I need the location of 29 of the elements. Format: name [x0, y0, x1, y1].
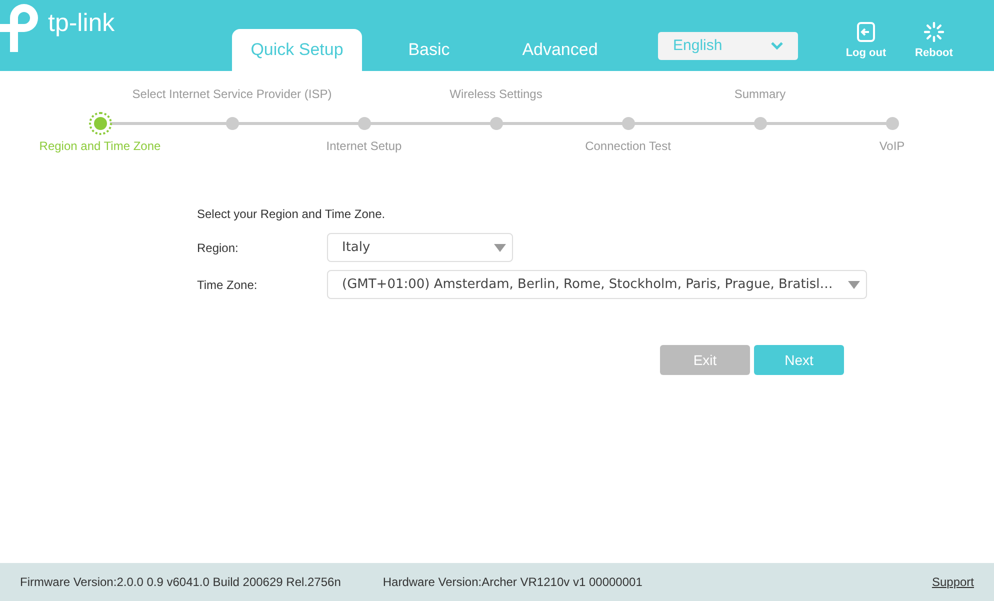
step-label: Region and Time Zone: [39, 138, 161, 155]
step-label: Select Internet Service Provider (ISP): [132, 86, 332, 103]
instruction-text: Select your Region and Time Zone.: [197, 206, 386, 223]
logo-text: tp-link: [48, 8, 115, 40]
next-button[interactable]: Next: [754, 345, 844, 375]
dropdown-field[interactable]: Italy: [327, 233, 513, 262]
logout-button[interactable]: Log out: [836, 22, 896, 62]
support-link[interactable]: Support: [932, 573, 974, 591]
field-label: Time Zone:: [197, 276, 258, 294]
chevron-down-icon: [771, 42, 783, 50]
step-label: Summary: [734, 86, 786, 103]
dropdown-arrow-icon: [848, 280, 860, 288]
nav-tab[interactable]: Basic: [362, 29, 496, 71]
firmware-version: Firmware Version:2.0.0 0.9 v6041.0 Build 200629 Rel.2756n: [20, 574, 341, 591]
field-label: Region:: [197, 240, 240, 256]
step-label: Wireless Settings: [450, 86, 542, 103]
reboot-icon: [924, 22, 944, 42]
exit-button[interactable]: Exit: [660, 345, 750, 375]
hardware-version: Hardware Version:Archer VR1210v v1 00000001: [382, 574, 642, 591]
reboot-button[interactable]: Reboot: [904, 22, 964, 62]
step-label: Connection Test: [585, 138, 671, 155]
logout-icon: [856, 22, 876, 42]
nav-tab[interactable]: Advanced: [496, 29, 624, 71]
step-label: VoIP: [879, 138, 905, 155]
step-label: Internet Setup: [326, 138, 402, 155]
dropdown-field[interactable]: (GMT+01:00) Amsterdam, Berlin, Rome, Stockholm, Paris, Prague, Bratisl…: [327, 270, 867, 299]
language-select[interactable]: English: [658, 32, 798, 60]
dropdown-arrow-icon: [494, 244, 506, 252]
nav-tab[interactable]: Quick Setup: [232, 29, 362, 71]
